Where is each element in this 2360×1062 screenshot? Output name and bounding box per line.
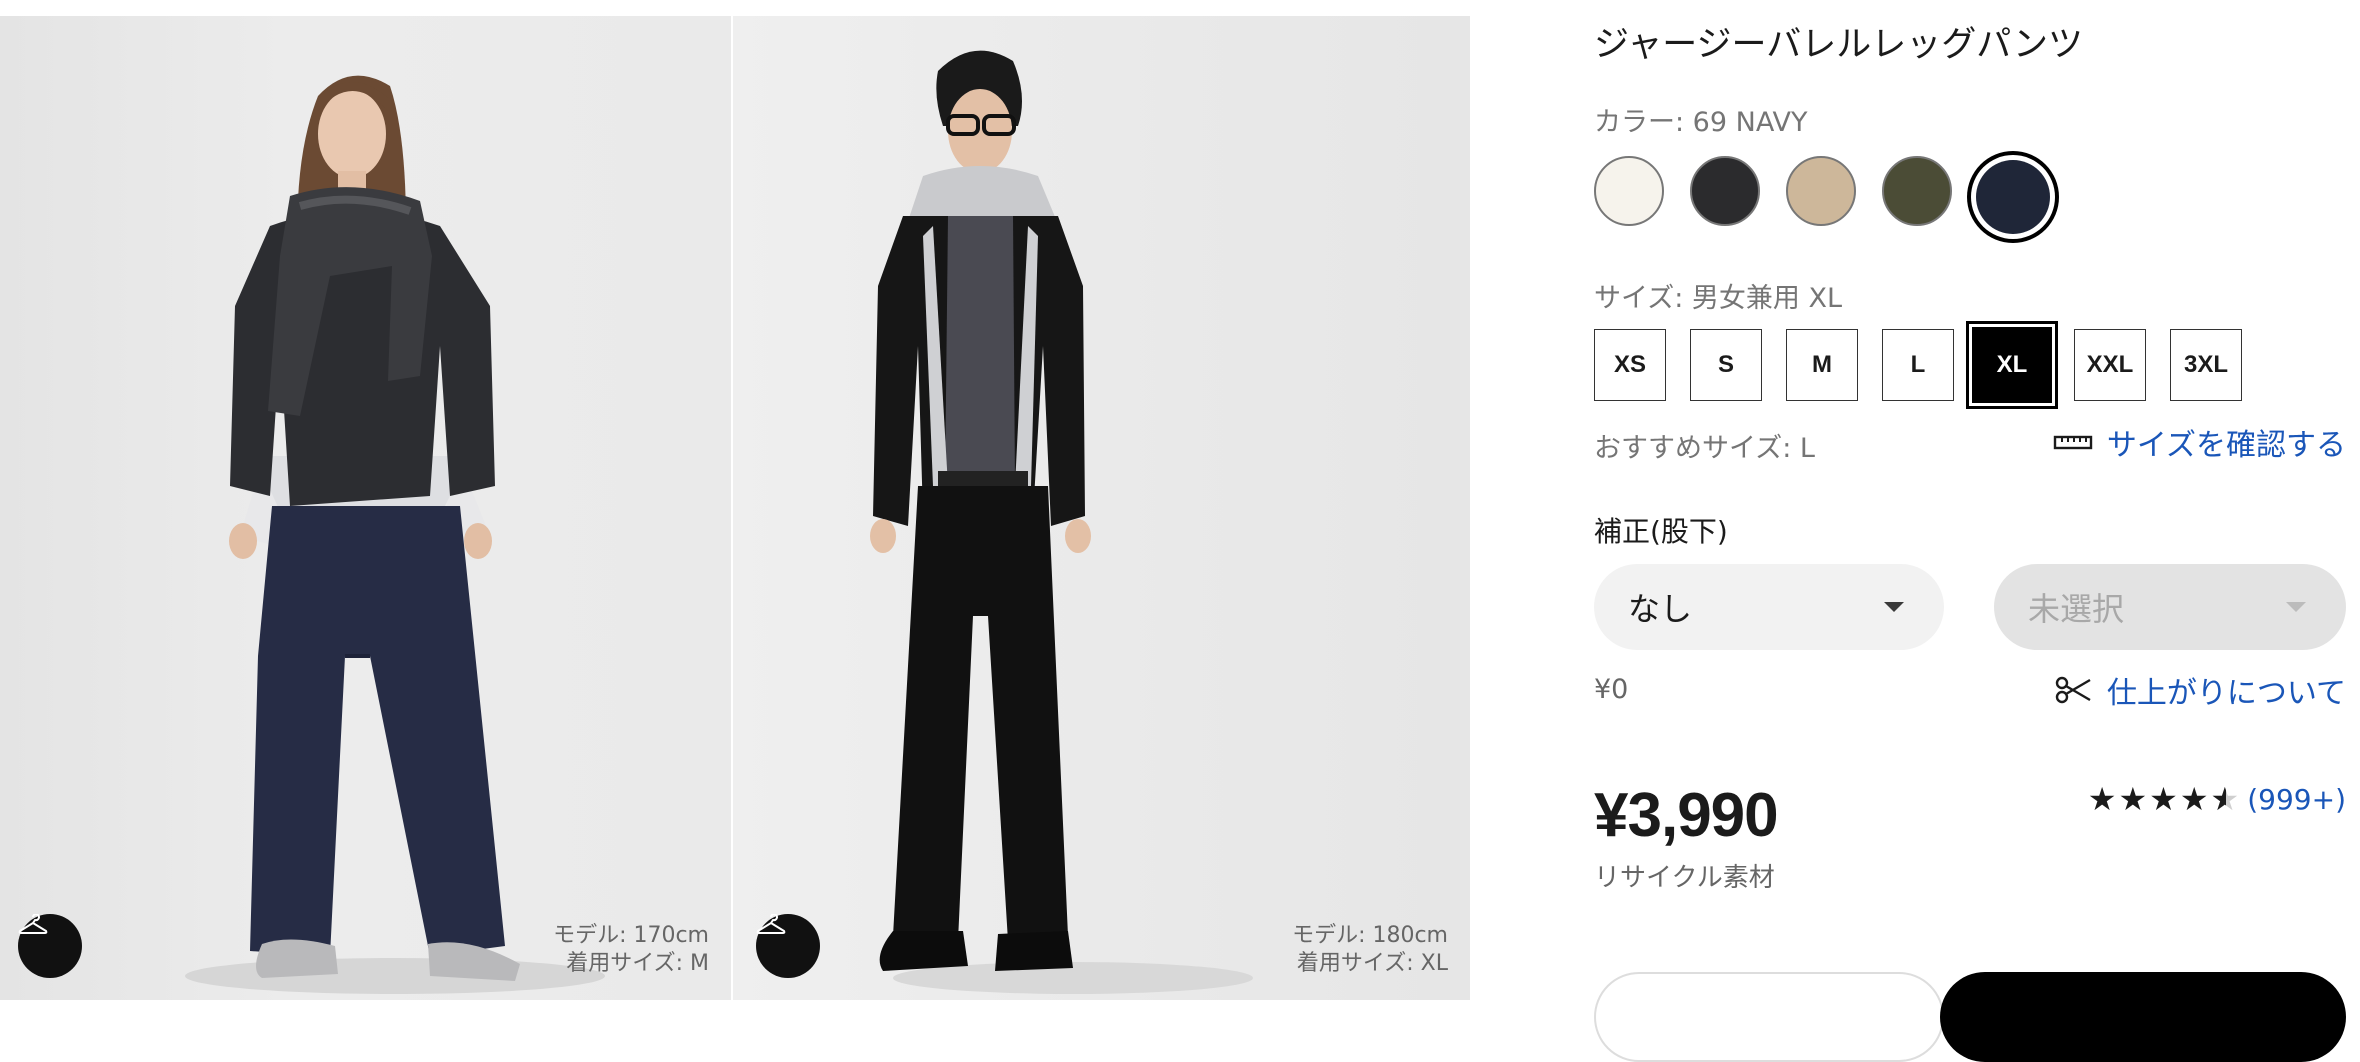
color-label: カラー: 69 NAVY: [1594, 107, 1808, 138]
alteration-select[interactable]: なし: [1594, 564, 1944, 650]
hanger-icon[interactable]: [18, 914, 82, 978]
model-info: モデル: 180cm 着用サイズ: XL: [1292, 922, 1448, 978]
size-button-xs[interactable]: XS: [1594, 329, 1666, 401]
product-photo-man[interactable]: モデル: 180cm 着用サイズ: XL: [733, 16, 1470, 1000]
size-button-s[interactable]: S: [1690, 329, 1762, 401]
color-swatch-olive[interactable]: [1882, 156, 1952, 226]
product-image-gallery: モデル: 170cm 着用サイズ: M モデル: 180cm 着用サイズ: XL: [0, 16, 1470, 1000]
product-name: ジャージーバレルレッグパンツ: [1594, 25, 2083, 65]
chevron-down-icon: [2286, 602, 2306, 612]
size-button-m[interactable]: M: [1786, 329, 1858, 401]
color-swatch-beige[interactable]: [1786, 156, 1856, 226]
alteration-label: 補正(股下): [1594, 515, 1728, 548]
scissors-icon: [2055, 676, 2091, 704]
size-button-xl[interactable]: XL: [1972, 327, 2052, 403]
material-note: リサイクル素材: [1594, 863, 1775, 893]
alteration-select-value: なし: [1628, 590, 1693, 628]
model-illustration-man: [870, 50, 1253, 994]
model-info: モデル: 170cm 着用サイズ: M: [553, 922, 709, 978]
size-button-l[interactable]: L: [1882, 329, 1954, 401]
color-swatch-off-white[interactable]: [1594, 156, 1664, 226]
model-height: モデル: 180cm: [1292, 923, 1448, 948]
color-swatch-navy[interactable]: [1976, 160, 2050, 234]
length-select-value: 未選択: [2028, 590, 2125, 628]
star-rating-icon: ★★★★★: [2088, 780, 2241, 818]
size-button-xxl[interactable]: XXL: [2074, 329, 2146, 401]
model-height: モデル: 170cm: [553, 923, 709, 948]
product-rating[interactable]: ★★★★★ (999+): [2088, 780, 2346, 818]
recommended-size: おすすめサイズ: L: [1594, 433, 1815, 464]
review-count[interactable]: (999+): [2247, 783, 2346, 816]
model-illustration-woman: [185, 75, 605, 994]
color-swatch-black[interactable]: [1690, 156, 1760, 226]
finish-info-link-label: 仕上がりについて: [2106, 676, 2346, 711]
hanger-icon[interactable]: [756, 914, 820, 978]
model-size: 着用サイズ: M: [566, 951, 709, 976]
product-price: ¥3,990: [1594, 781, 1779, 850]
secondary-action-button[interactable]: [1594, 972, 1944, 1062]
finish-info-link[interactable]: 仕上がりについて: [2055, 668, 2346, 712]
model-size: 着用サイズ: XL: [1296, 951, 1448, 976]
chevron-down-icon: [1884, 602, 1904, 612]
size-button-3xl[interactable]: 3XL: [2170, 329, 2242, 401]
length-select[interactable]: 未選択: [1994, 564, 2346, 650]
add-to-cart-button[interactable]: [1940, 972, 2346, 1062]
size-label: サイズ: 男女兼用 XL: [1594, 283, 1842, 314]
product-photo-woman[interactable]: モデル: 170cm 着用サイズ: M: [0, 16, 731, 1000]
size-check-link-label: サイズを確認する: [2106, 428, 2346, 463]
ruler-icon: [2053, 435, 2093, 450]
size-check-link[interactable]: サイズを確認する: [2053, 420, 2346, 464]
alteration-price: ¥0: [1594, 674, 1629, 705]
product-detail-panel: ジャージーバレルレッグパンツ カラー: 69 NAVY サイズ: 男女兼用 XL…: [1594, 0, 2346, 1062]
